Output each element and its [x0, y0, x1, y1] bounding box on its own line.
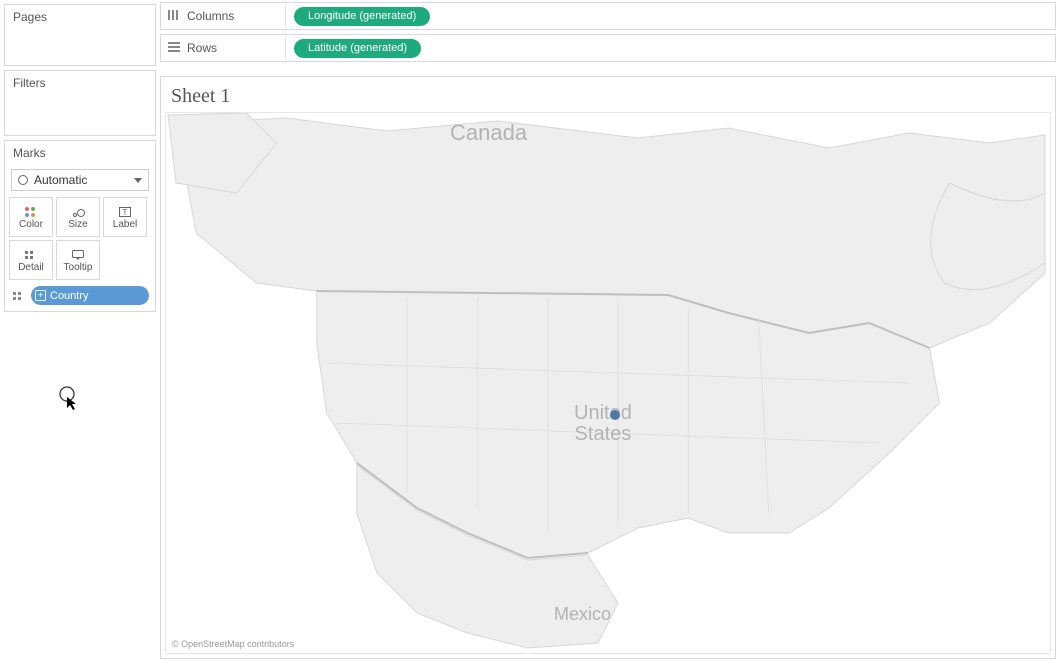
marks-title: Marks	[5, 141, 155, 165]
marks-card: Marks Automatic Color	[4, 140, 156, 312]
country-pill-label: Country	[50, 290, 89, 302]
rows-icon	[167, 41, 181, 56]
divider	[285, 38, 286, 58]
marks-size-button[interactable]: Size	[56, 197, 100, 237]
rows-label: Rows	[187, 41, 217, 55]
pages-title: Pages	[5, 5, 155, 29]
chevron-down-icon	[134, 178, 142, 183]
basemap	[166, 113, 1050, 653]
marks-label-button[interactable]: T Label	[103, 197, 147, 237]
expand-icon: +	[35, 290, 46, 301]
longitude-pill[interactable]: Longitude (generated)	[294, 7, 430, 26]
mark-type-dropdown[interactable]: Automatic	[11, 169, 149, 191]
rows-shelf[interactable]: Rows Latitude (generated)	[160, 34, 1056, 62]
divider	[285, 6, 286, 26]
marks-detail-button[interactable]: Detail	[9, 240, 53, 280]
mark-type-label: Automatic	[34, 173, 87, 187]
color-icon	[24, 205, 38, 219]
sheet-title[interactable]: Sheet 1	[161, 77, 1055, 112]
label-icon: T	[118, 205, 132, 219]
country-pill[interactable]: + Country	[31, 286, 149, 305]
tooltip-icon	[71, 248, 85, 262]
marks-color-button[interactable]: Color	[9, 197, 53, 237]
sheet-area: Sheet 1	[160, 76, 1056, 659]
data-point-us[interactable]	[610, 410, 620, 420]
columns-icon	[167, 9, 181, 24]
map-view[interactable]: Canada United States Mexico © OpenStreet…	[165, 112, 1051, 654]
longitude-pill-label: Longitude (generated)	[308, 10, 416, 22]
map-label-us-line2: States	[575, 423, 632, 445]
marks-label-lbl: Label	[113, 219, 137, 230]
latitude-pill-label: Latitude (generated)	[308, 42, 407, 54]
detail-icon	[24, 248, 38, 262]
marks-tooltip-label: Tooltip	[64, 262, 93, 273]
map-label-canada: Canada	[450, 121, 527, 144]
circle-icon	[18, 175, 28, 185]
filters-shelf[interactable]: Filters	[4, 70, 156, 136]
marks-tooltip-button[interactable]: Tooltip	[56, 240, 100, 280]
svg-text:T: T	[123, 208, 128, 217]
latitude-pill[interactable]: Latitude (generated)	[294, 39, 421, 58]
columns-label: Columns	[187, 9, 234, 23]
map-label-us-line1: United	[574, 402, 632, 424]
map-label-us: United States	[574, 403, 632, 445]
marks-detail-label: Detail	[18, 262, 44, 273]
marks-color-label: Color	[19, 219, 43, 230]
detail-target-icon[interactable]	[11, 288, 27, 304]
pages-shelf[interactable]: Pages	[4, 4, 156, 66]
marks-size-label: Size	[68, 219, 87, 230]
map-label-mexico: Mexico	[554, 605, 611, 624]
filters-title: Filters	[5, 71, 155, 95]
columns-shelf[interactable]: Columns Longitude (generated)	[160, 2, 1056, 30]
size-icon	[70, 205, 86, 219]
map-attribution: © OpenStreetMap contributors	[172, 639, 294, 649]
